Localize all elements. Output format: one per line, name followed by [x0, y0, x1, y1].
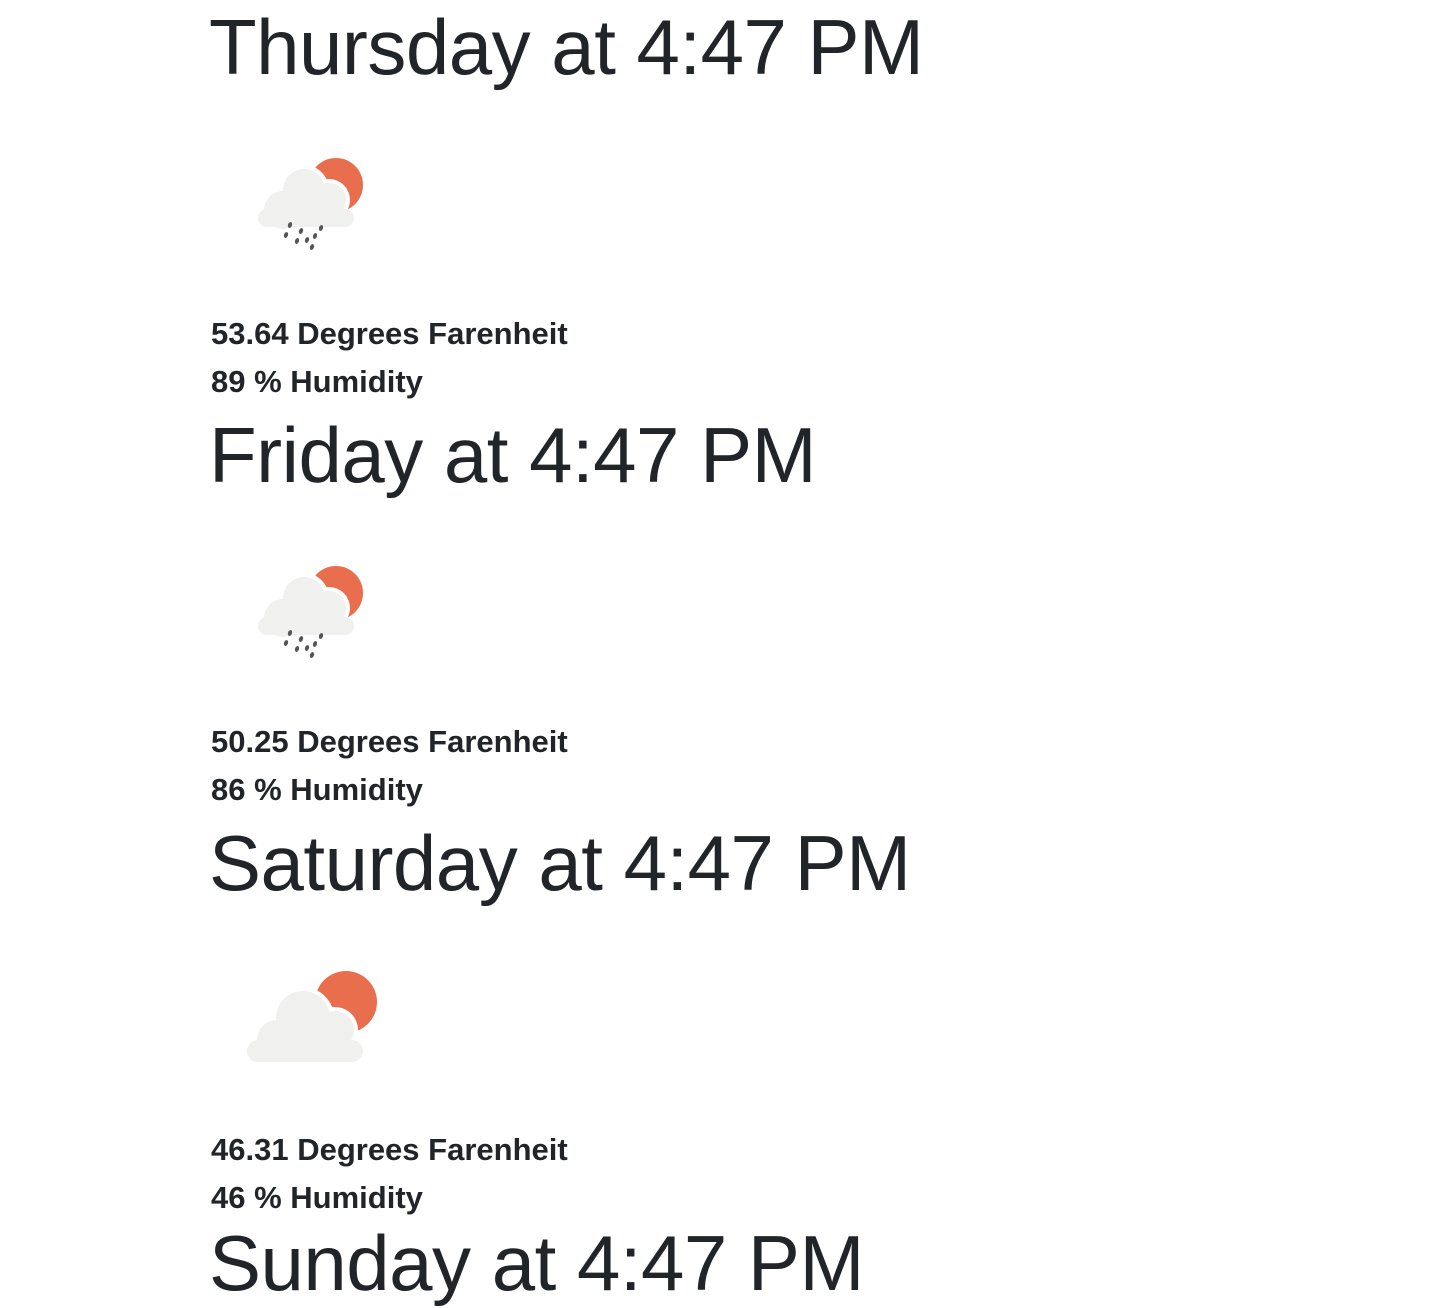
- forecast-day: Saturday at 4:47 PM 46.31 Degrees Farenh…: [209, 816, 1311, 1224]
- humidity-text: 46 % Humidity: [211, 1180, 423, 1215]
- humidity-text: 86 % Humidity: [211, 772, 423, 807]
- rain-cloud-sun-icon: [241, 140, 381, 280]
- day-title: Saturday at 4:47 PM: [209, 819, 911, 907]
- day-title: Thursday at 4:47 PM: [209, 3, 924, 91]
- forecast-list: Thursday at 4:47 PM 53.64 Degrees Farenh…: [209, 0, 1311, 1224]
- day-title: Friday at 4:47 PM: [209, 411, 817, 499]
- day-title: Sunday at 4:47 PM: [209, 1219, 864, 1307]
- temperature-text: 46.31 Degrees Farenheit: [211, 1132, 568, 1167]
- temperature-text: 53.64 Degrees Farenheit: [211, 316, 568, 351]
- rain-cloud-sun-icon: [241, 548, 381, 688]
- humidity-text: 89 % Humidity: [211, 364, 423, 399]
- cloud-sun-icon: [241, 956, 381, 1096]
- forecast-day: Friday at 4:47 PM 50.25 Degrees Farenhei…: [209, 408, 1311, 816]
- temperature-text: 50.25 Degrees Farenheit: [211, 724, 568, 759]
- forecast-day: Thursday at 4:47 PM 53.64 Degrees Farenh…: [209, 0, 1311, 408]
